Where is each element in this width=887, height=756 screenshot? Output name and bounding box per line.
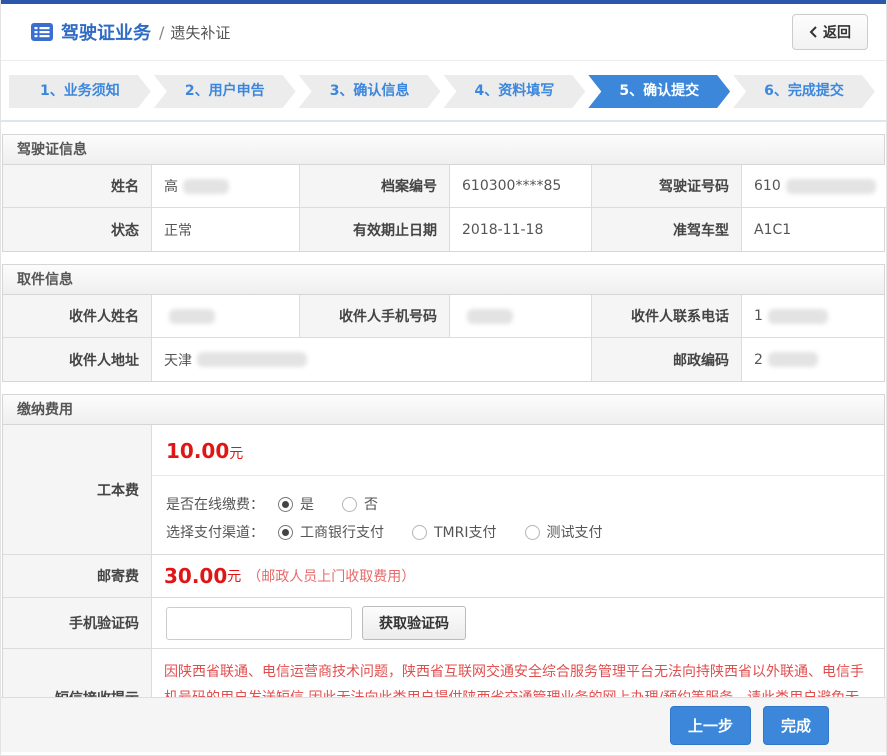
- postal-code-value: 2: [742, 338, 884, 381]
- channel-test-label: 测试支付: [547, 522, 603, 542]
- recipient-name-value: [152, 295, 300, 338]
- channel-icbc-label: 工商银行支付: [300, 522, 384, 542]
- recipient-mobile-label: 收件人手机号码: [300, 295, 450, 338]
- radio-icon: [342, 497, 357, 512]
- recipient-address-value: 天津: [152, 338, 592, 381]
- sms-code-cell: 获取验证码: [152, 598, 884, 649]
- redacted-recipient-name: [169, 309, 215, 324]
- chevron-left-icon: [809, 26, 818, 38]
- breadcrumb-separator: /: [159, 23, 164, 42]
- license-number-value: 610: [742, 165, 887, 208]
- sms-code-label: 手机验证码: [3, 598, 152, 649]
- channel-test-radio[interactable]: 测试支付: [525, 522, 603, 542]
- radio-icon: [278, 497, 293, 512]
- status-value: 正常: [152, 208, 300, 251]
- step-wizard: 1、业务须知 2、用户申告 3、确认信息 4、资料填写 5、确认提交 6、完成提…: [1, 61, 886, 122]
- production-fee-amount: 10.00元: [152, 425, 884, 476]
- online-pay-yes-label: 是: [300, 494, 314, 514]
- payment-panel: 缴纳费用 工本费 10.00元 是否在线缴费： 是: [2, 394, 885, 748]
- step-3-confirm-info[interactable]: 3、确认信息: [299, 75, 441, 108]
- redacted-name: [183, 179, 229, 194]
- online-pay-yes-radio[interactable]: 是: [278, 494, 314, 514]
- payment-panel-title: 缴纳费用: [3, 395, 884, 425]
- get-sms-code-button[interactable]: 获取验证码: [362, 606, 466, 640]
- file-number-label: 档案编号: [300, 165, 450, 208]
- step-1-business-notice[interactable]: 1、业务须知: [9, 75, 151, 108]
- header: 驾驶证业务 / 遗失补证 返回: [1, 4, 886, 61]
- redacted-postal-code: [768, 352, 818, 367]
- page-title: 驾驶证业务: [61, 19, 151, 45]
- breadcrumb-current: 遗失补证: [170, 22, 230, 43]
- name-label: 姓名: [3, 165, 152, 208]
- postage-fee-label: 邮寄费: [3, 555, 152, 598]
- redacted-license-number: [786, 179, 876, 194]
- back-button[interactable]: 返回: [792, 14, 868, 50]
- back-button-label: 返回: [823, 22, 851, 42]
- recipient-phone-value: 1: [742, 295, 884, 338]
- page: 驾驶证业务 / 遗失补证 返回 1、业务须知 2、用户申告 3、确认信息 4、资…: [0, 0, 887, 756]
- redacted-recipient-address: [197, 352, 307, 367]
- recipient-phone-label: 收件人联系电话: [592, 295, 742, 338]
- recipient-mobile-value: [450, 295, 592, 338]
- vehicle-type-value: A1C1: [742, 208, 884, 251]
- postal-code-label: 邮政编码: [592, 338, 742, 381]
- channel-icbc-radio[interactable]: 工商银行支付: [278, 522, 384, 542]
- postage-fee-value: 30.00元 （邮政人员上门收取费用）: [152, 555, 884, 598]
- step-2-user-declaration[interactable]: 2、用户申告: [154, 75, 296, 108]
- footer-action-bar: 上一步 完成: [1, 697, 886, 752]
- step-6-finish-submit[interactable]: 6、完成提交: [733, 75, 875, 108]
- recipient-name-label: 收件人姓名: [3, 295, 152, 338]
- step-4-fill-material[interactable]: 4、资料填写: [443, 75, 585, 108]
- radio-icon: [278, 525, 293, 540]
- radio-icon: [525, 525, 540, 540]
- recipient-address-label: 收件人地址: [3, 338, 152, 381]
- pickup-info-panel: 取件信息 收件人姓名 收件人手机号码 收件人联系电话 1 收件人地址 天津 邮政…: [2, 264, 885, 382]
- finish-button[interactable]: 完成: [763, 706, 829, 745]
- channel-tmri-label: TMRI支付: [434, 522, 497, 542]
- name-value: 高: [152, 165, 300, 208]
- menu-list-icon: [31, 23, 53, 41]
- production-fee-cell: 10.00元 是否在线缴费： 是 否: [152, 425, 884, 555]
- pickup-info-panel-title: 取件信息: [3, 265, 884, 295]
- online-pay-no-label: 否: [364, 494, 378, 514]
- file-number-value: 610300****85: [450, 165, 592, 208]
- license-number-label: 驾驶证号码: [592, 165, 742, 208]
- pay-channel-question: 选择支付渠道：: [166, 522, 264, 542]
- license-info-panel: 驾驶证信息 姓名 高 档案编号 610300****85 驾驶证号码 610 状…: [2, 134, 885, 252]
- sms-code-input[interactable]: [166, 607, 352, 640]
- radio-icon: [412, 525, 427, 540]
- status-label: 状态: [3, 208, 152, 251]
- redacted-recipient-phone: [768, 309, 828, 324]
- vehicle-type-label: 准驾车型: [592, 208, 742, 251]
- postage-fee-note: （邮政人员上门收取费用）: [247, 566, 415, 586]
- expiry-label: 有效期止日期: [300, 208, 450, 251]
- channel-tmri-radio[interactable]: TMRI支付: [412, 522, 497, 542]
- step-5-confirm-submit[interactable]: 5、确认提交: [588, 75, 730, 108]
- license-info-panel-title: 驾驶证信息: [3, 135, 884, 165]
- production-fee-label: 工本费: [3, 425, 152, 555]
- online-pay-no-radio[interactable]: 否: [342, 494, 378, 514]
- previous-step-button[interactable]: 上一步: [670, 706, 751, 745]
- online-pay-question: 是否在线缴费：: [166, 494, 264, 514]
- expiry-value: 2018-11-18: [450, 208, 592, 251]
- redacted-recipient-mobile: [467, 309, 513, 324]
